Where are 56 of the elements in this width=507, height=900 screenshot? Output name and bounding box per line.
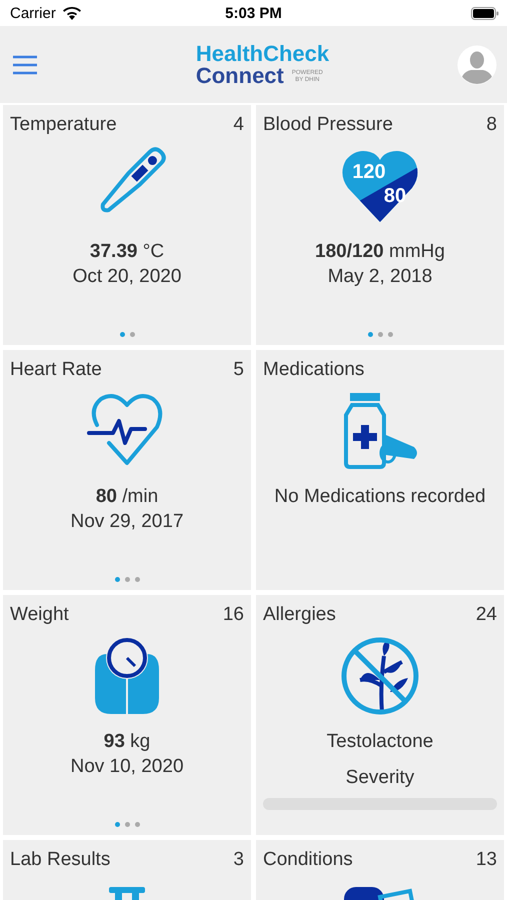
page-dot[interactable] [388, 332, 392, 337]
severity-label: Severity [346, 766, 414, 790]
page-dot[interactable] [134, 577, 140, 582]
page-dot[interactable] [124, 822, 130, 827]
record-count: 3 [233, 849, 244, 871]
summary-card[interactable]: Blood Pressure 8 120 80 180/120 mmHg May 2, 2018 [256, 105, 504, 345]
card-title: Allergies [263, 604, 336, 626]
reading-date: May 2, 2018 [328, 265, 432, 289]
record-count: 8 [486, 114, 497, 136]
summary-card[interactable]: Temperature 4 37.39 °C Oct 20, 2020 [3, 105, 251, 345]
wifi-icon [62, 6, 82, 20]
systolic-label: 120 [352, 161, 386, 183]
summary-card[interactable]: Lab Results 3 [3, 840, 251, 900]
page-dot[interactable] [120, 332, 124, 337]
record-count: 16 [222, 604, 244, 626]
reading-date: Nov 29, 2017 [70, 510, 184, 534]
card-title: Conditions [263, 849, 353, 871]
record-count: 13 [476, 849, 497, 871]
menu-icon[interactable] [12, 54, 38, 74]
record-count: 5 [233, 359, 244, 381]
reading-value: 80 /min [96, 485, 158, 509]
reading-date: Oct 20, 2020 [72, 265, 182, 289]
summary-card[interactable]: Conditions 13 [256, 840, 504, 900]
page-dot[interactable] [368, 332, 372, 337]
avatar-icon[interactable] [457, 44, 497, 84]
summary-card[interactable]: Heart Rate 5 80 /min Nov 29, 2017 [3, 350, 251, 590]
card-title: Weight [10, 604, 69, 626]
page-dot[interactable] [114, 577, 120, 582]
summary-card[interactable]: Allergies 24 Testolactone Severity [256, 595, 504, 835]
page-dot[interactable] [124, 577, 130, 582]
reading-value: 93 kg [104, 730, 150, 754]
carrier-label: Carrier [10, 4, 56, 22]
battery-icon [471, 6, 499, 20]
reading-value: 180/120 mmHg [315, 240, 445, 264]
summary-card[interactable]: Medications No Medications recorded [256, 350, 504, 590]
page-dot[interactable] [114, 822, 120, 827]
record-count: 24 [476, 604, 497, 626]
empty-message: No Medications recorded [274, 485, 486, 509]
allergen-name: Testolactone [326, 730, 434, 754]
card-title: Medications [263, 359, 364, 381]
logo-title: HealthCheck [196, 42, 330, 64]
summary-card[interactable]: Weight 16 93 kg Nov 10, 2020 [3, 595, 251, 835]
card-title: Temperature [10, 114, 117, 136]
card-title: Heart Rate [10, 359, 102, 381]
card-title: Blood Pressure [263, 114, 393, 136]
page-dot[interactable] [130, 332, 134, 337]
card-title: Lab Results [10, 849, 110, 871]
reading-date: Nov 10, 2020 [70, 755, 184, 779]
reading-value: 37.39 °C [90, 240, 164, 264]
diastolic-label: 80 [384, 185, 406, 207]
no-plant-icon [340, 636, 420, 716]
page-dot[interactable] [378, 332, 382, 337]
record-count: 4 [233, 114, 244, 136]
logo-subtitle: Connect [196, 64, 284, 86]
status-time: 5:03 PM [225, 4, 282, 22]
page-dot[interactable] [134, 822, 140, 827]
